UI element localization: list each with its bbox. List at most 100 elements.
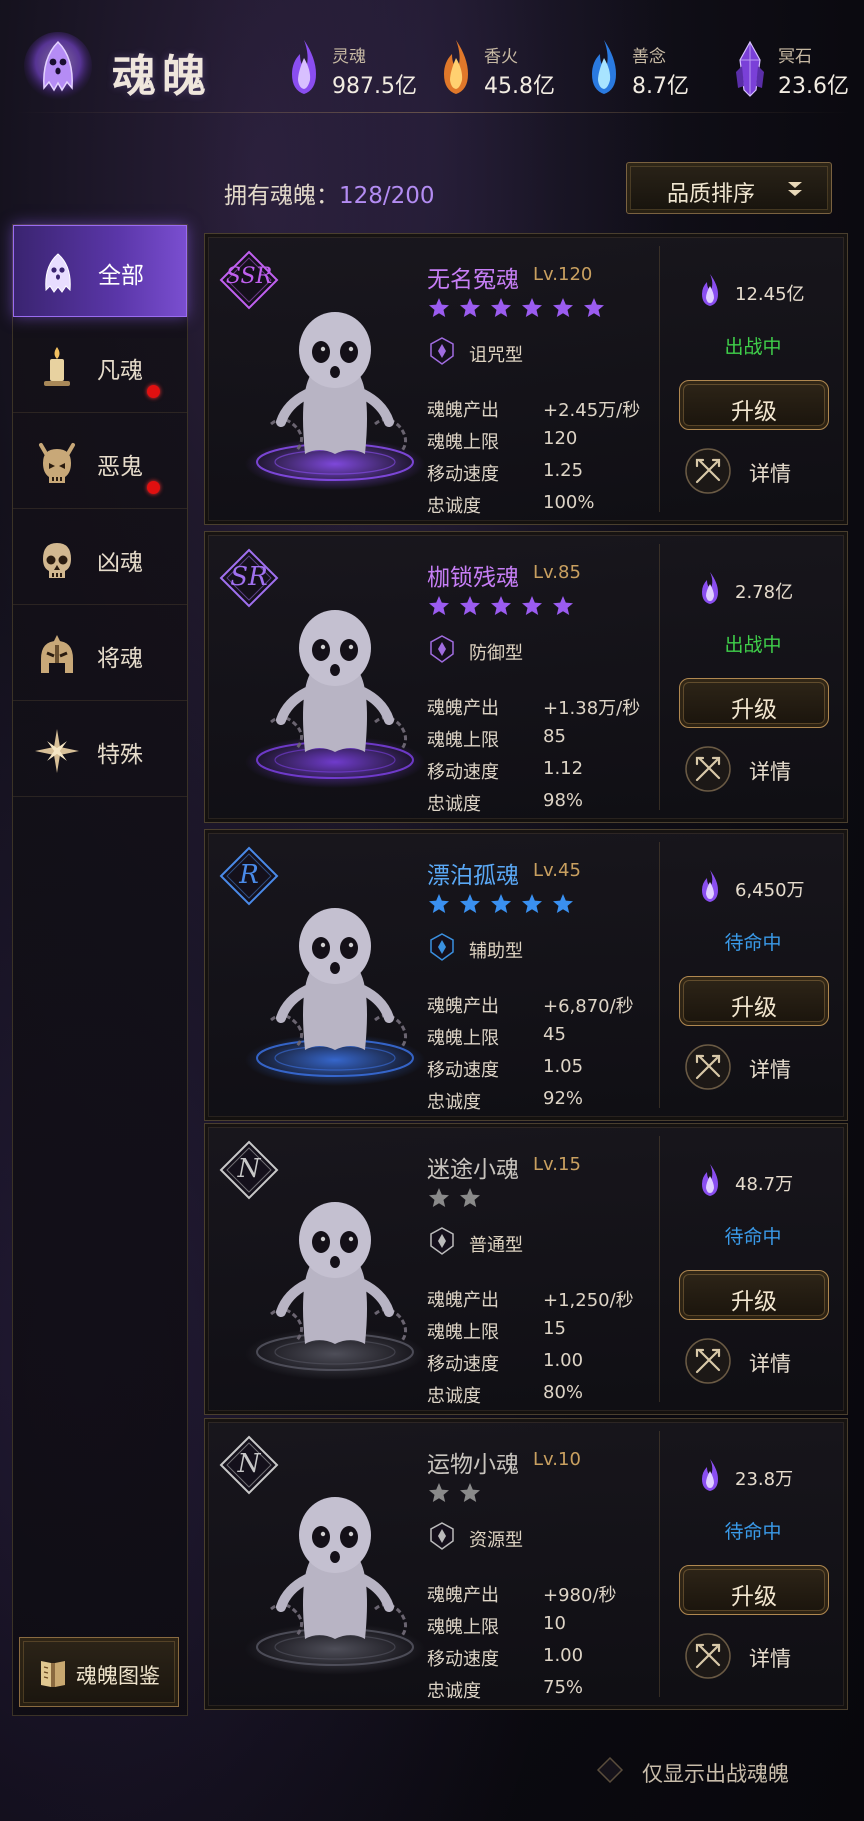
category-sidebar: 全部 凡魂 恶鬼 凶魂 将魂 特殊 魂魄图鉴 [12, 224, 188, 1716]
stat-label: 魂魄产出 [427, 698, 499, 719]
sidebar-item-all[interactable]: 全部 [13, 225, 187, 317]
soul-card[interactable]: SR 枷锁残魂 Lv.85 防御型 魂魄产出 +1.38万/秒 魂魄上限 85 移动速度 1.12… [204, 531, 848, 823]
resource-value: 45.8亿 [484, 74, 555, 99]
owned-value: 128/200 [339, 183, 435, 209]
deploy-status: 出战中 [724, 634, 782, 656]
soul-name: 运物小魂 [427, 1452, 519, 1478]
helmet-icon [41, 635, 73, 673]
stat-label: 忠诚度 [427, 1092, 481, 1113]
sidebar-item-evil-ghost[interactable]: 恶鬼 [13, 417, 187, 509]
type-emblem-icon [430, 337, 454, 365]
stat-value: 1.12 [543, 758, 584, 779]
purple-soul-flame-icon [702, 1459, 718, 1491]
star-icon [522, 298, 542, 317]
ghost-icon [45, 253, 71, 293]
upgrade-button[interactable]: 升级 [679, 976, 829, 1026]
blue-flame-icon [592, 40, 616, 94]
soul-card[interactable]: N 运物小魂 Lv.10 资源型 魂魄产出 +980/秒 魂魄上限 10 移动速度 1.00 忠诚度… [204, 1418, 848, 1710]
stat-value: 1.00 [543, 1350, 584, 1371]
soul-level: Lv.15 [533, 1154, 581, 1175]
crossed-swords-icon [685, 1044, 731, 1090]
type-emblem-icon [430, 635, 454, 663]
star-icon [460, 1483, 480, 1502]
stat-value: +1.38万/秒 [543, 698, 641, 719]
detail-button[interactable]: 详情 [683, 1631, 833, 1681]
star-icon [429, 596, 449, 615]
soul-type-label: 诅咒型 [469, 345, 523, 366]
resource-label: 善念 [632, 47, 666, 67]
sidebar-item-label: 凡魂 [97, 358, 143, 384]
soul-type-label: 辅助型 [469, 941, 523, 962]
star-icon [522, 596, 542, 615]
soul-name: 漂泊孤魂 [427, 863, 519, 889]
sidebar-item-label: 凶魂 [97, 550, 143, 576]
type-emblem-icon [430, 933, 454, 961]
crossed-swords-icon [685, 1633, 731, 1679]
stat-value: 85 [543, 726, 566, 747]
sidebar-item-mortal[interactable]: 凡魂 [13, 321, 187, 413]
detail-button[interactable]: 详情 [683, 1336, 833, 1386]
soul-codex-button[interactable]: 魂魄图鉴 [19, 1637, 179, 1707]
stat-value: 10 [543, 1613, 566, 1634]
stat-label: 魂魄产出 [427, 1585, 499, 1606]
detail-label: 详情 [749, 462, 791, 486]
page-title: 魂魄 [112, 51, 212, 102]
upgrade-button[interactable]: 升级 [679, 1270, 829, 1320]
purple-soul-flame-icon [702, 274, 718, 306]
sidebar-item-special[interactable]: 特殊 [13, 705, 187, 797]
sidebar-item-label: 全部 [98, 263, 144, 289]
soul-level: Lv.10 [533, 1449, 581, 1470]
resource-value: 987.5亿 [332, 74, 417, 99]
detail-button[interactable]: 详情 [683, 1042, 833, 1092]
resource-value: 8.7亿 [632, 74, 689, 99]
soul-card[interactable]: R 漂泊孤魂 Lv.45 辅助型 魂魄产出 +6,870/秒 魂魄上限 45 移动速度 1.05 忠… [204, 829, 848, 1121]
card-divider [659, 1431, 660, 1697]
upgrade-button[interactable]: 升级 [679, 380, 829, 430]
sidebar-item-label: 恶鬼 [97, 454, 143, 480]
soul-portrait [245, 312, 425, 490]
soul-name: 无名冤魂 [427, 267, 519, 293]
top-bar: 魂魄 灵魂 987.5亿 香火 45.8亿 善念 8.7亿 冥石 23.6亿 [0, 0, 864, 120]
sidebar-item-fierce-soul[interactable]: 凶魂 [13, 513, 187, 605]
soul-output-total: 12.45亿 [735, 284, 805, 305]
sort-button[interactable]: 品质排序 [626, 162, 832, 214]
upgrade-label: 升级 [731, 995, 777, 1021]
stat-value: 100% [543, 492, 595, 513]
upgrade-button[interactable]: 升级 [679, 678, 829, 728]
soul-portrait [245, 908, 425, 1086]
stat-label: 魂魄上限 [427, 1028, 499, 1049]
detail-label: 详情 [749, 1647, 791, 1671]
stat-value: 98% [543, 790, 584, 811]
diamond-checkbox-icon [596, 1756, 624, 1784]
detail-button[interactable]: 详情 [683, 446, 833, 496]
card-divider [659, 246, 660, 512]
soul-card[interactable]: SSR 无名冤魂 Lv.120 诅咒型 魂魄产出 +2.45万/秒 魂魄上限 120 移动速度 1… [204, 233, 848, 525]
double-chevron-down-icon [788, 182, 802, 196]
upgrade-button[interactable]: 升级 [679, 1565, 829, 1615]
stat-value: 1.05 [543, 1056, 584, 1077]
soul-name: 迷途小魂 [427, 1157, 519, 1183]
soul-level: Lv.120 [533, 264, 593, 285]
upgrade-label: 升级 [731, 399, 777, 425]
stat-value: 1.00 [543, 1645, 584, 1666]
upgrade-label: 升级 [731, 1584, 777, 1610]
stat-label: 移动速度 [427, 762, 499, 783]
detail-button[interactable]: 详情 [683, 744, 833, 794]
stat-label: 魂魄上限 [427, 1322, 499, 1343]
soul-type-label: 资源型 [469, 1530, 523, 1551]
resource-value: 23.6亿 [778, 74, 849, 99]
filter-label: 仅显示出战魂魄 [642, 1762, 789, 1786]
stat-label: 移动速度 [427, 1060, 499, 1081]
detail-label: 详情 [749, 1058, 791, 1082]
soul-level: Lv.45 [533, 860, 581, 881]
upgrade-label: 升级 [731, 1289, 777, 1315]
purple-soul-flame-icon [702, 870, 718, 902]
star-icon [429, 894, 449, 913]
stat-value: +1,250/秒 [543, 1290, 634, 1311]
deploy-status: 待命中 [724, 932, 782, 954]
soul-card[interactable]: N 迷途小魂 Lv.15 普通型 魂魄产出 +1,250/秒 魂魄上限 15 移动速度 1.00 忠… [204, 1123, 848, 1415]
sidebar-item-general-soul[interactable]: 将魂 [13, 609, 187, 701]
star-icon [553, 298, 573, 317]
soul-portrait [245, 1497, 425, 1675]
star-icon [553, 596, 573, 615]
